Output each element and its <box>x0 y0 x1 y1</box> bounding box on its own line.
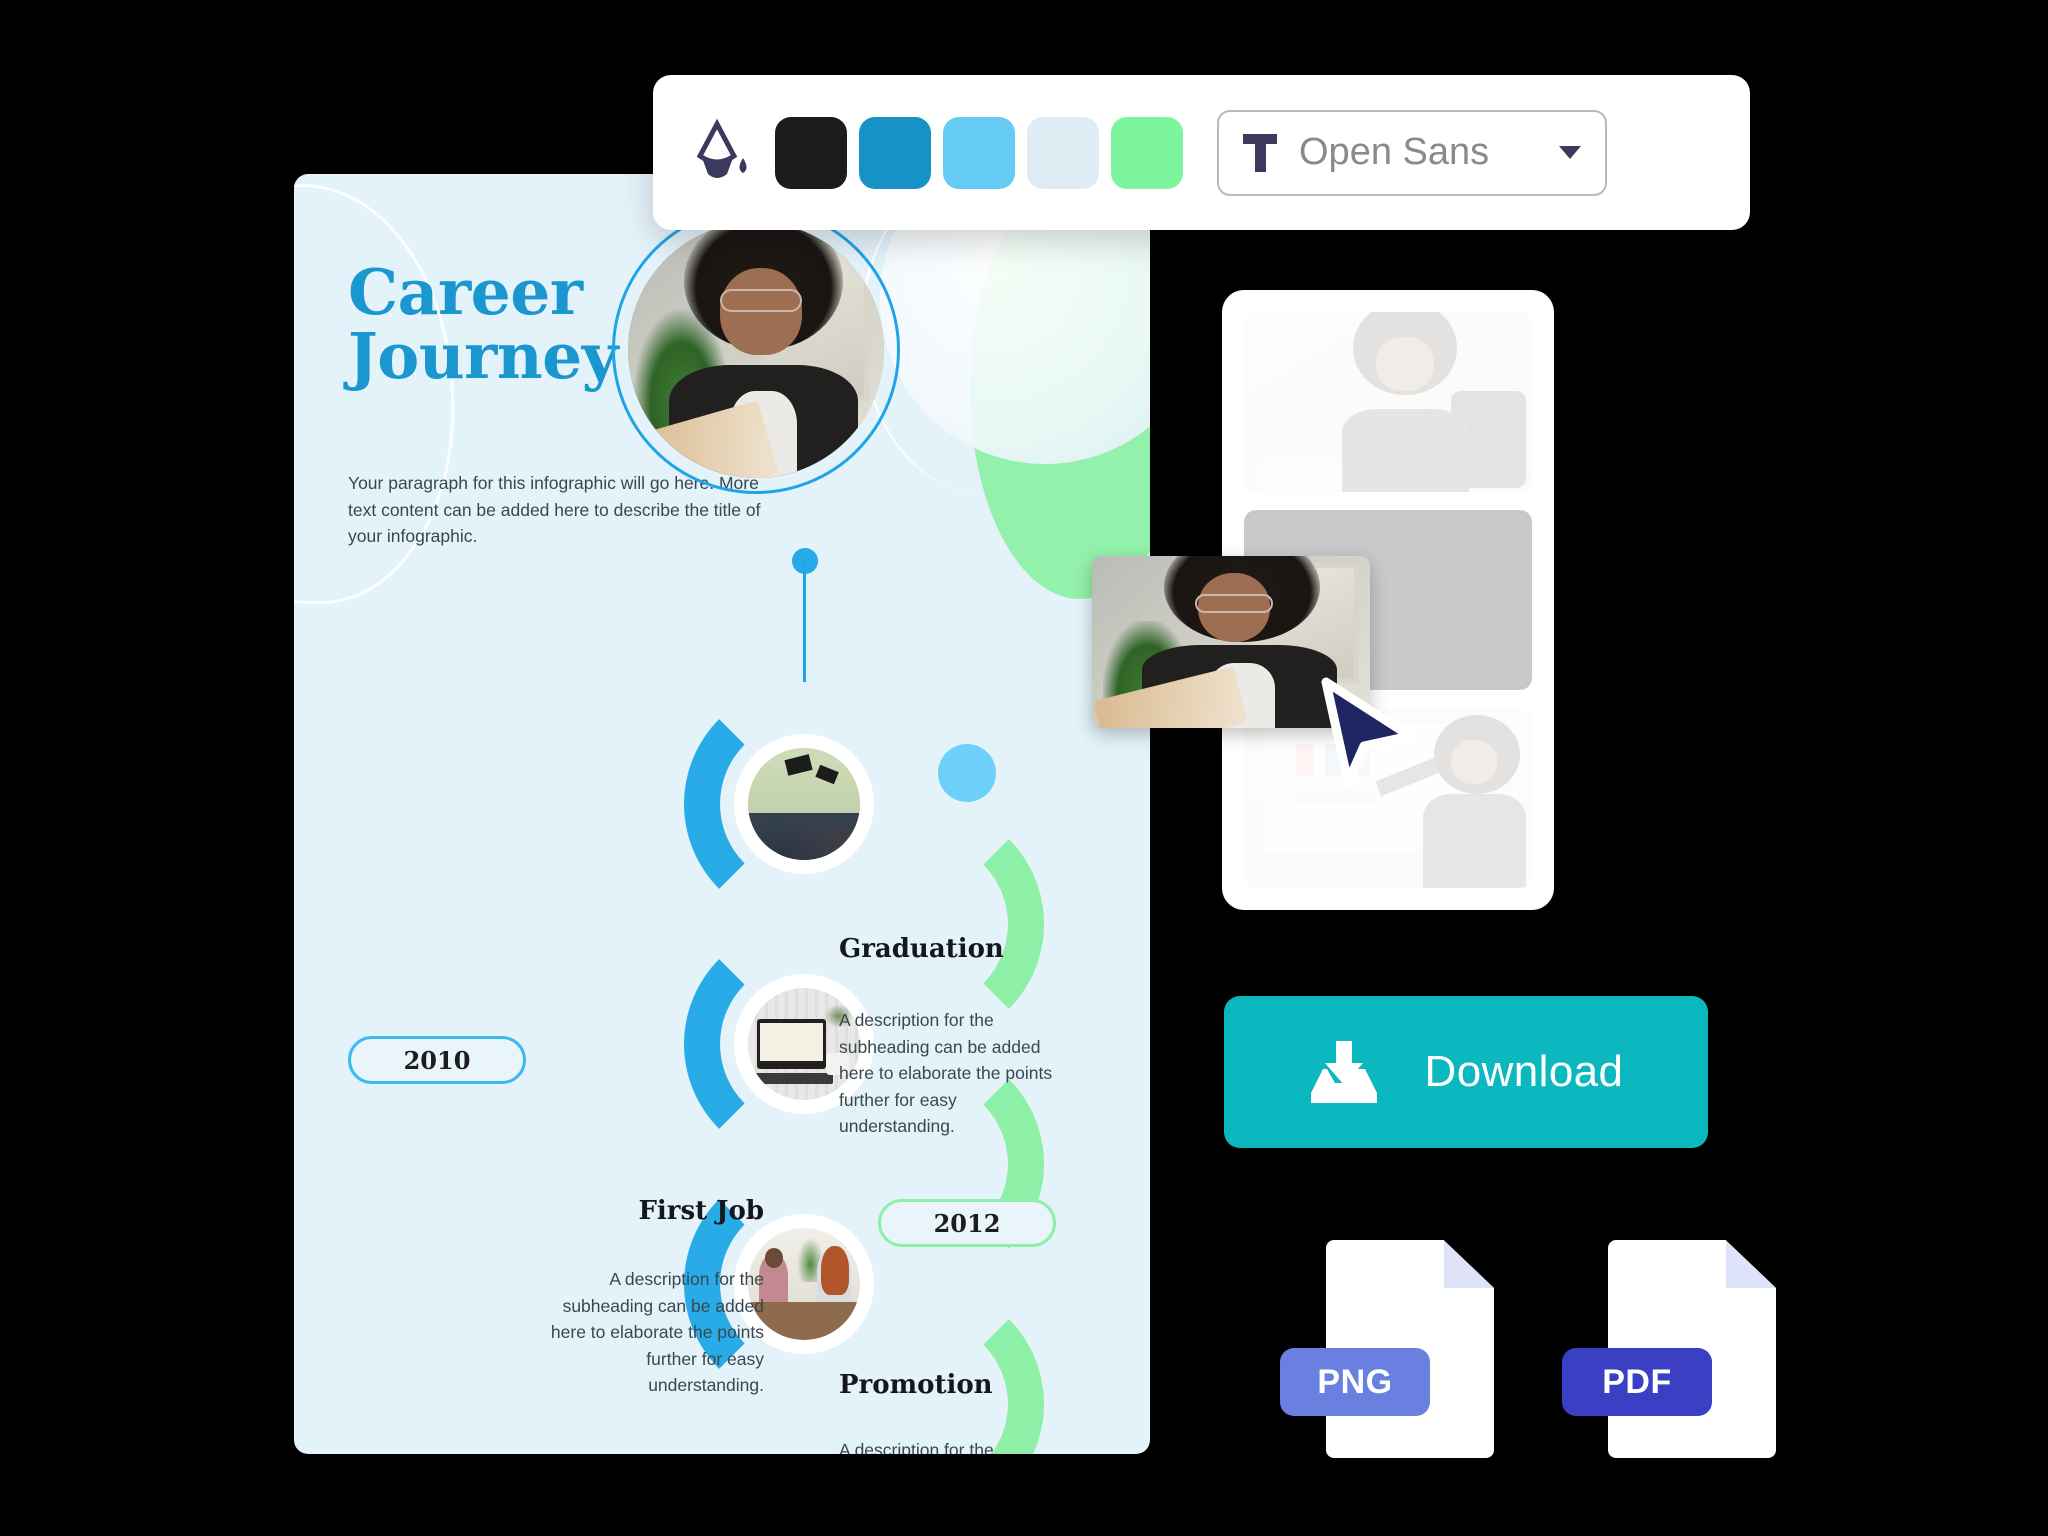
chevron-down-icon[interactable] <box>1559 146 1581 159</box>
infographic-canvas[interactable]: Career Journey Your paragraph for this i… <box>294 174 1150 1454</box>
font-selector[interactable]: Open Sans <box>1217 109 1607 196</box>
file-format-label-png: PNG <box>1280 1348 1430 1416</box>
timeline-stem <box>803 564 806 682</box>
year-badge-2012[interactable]: 2012 <box>878 1199 1056 1247</box>
file-fold-corner <box>1725 1240 1776 1288</box>
screen: Career Journey Your paragraph for this i… <box>0 0 2048 1536</box>
swatch-pale-blue[interactable] <box>1027 116 1099 189</box>
file-fold-corner <box>1443 1240 1494 1288</box>
section-body-graduation[interactable]: A description for the subheading can be … <box>839 1007 1071 1140</box>
section-heading-first-job[interactable]: First Job <box>474 1196 764 1226</box>
thumbnail-office-photo[interactable] <box>1244 312 1532 492</box>
download-label: Download <box>1424 1047 1624 1096</box>
editor-toolbar: Open Sans <box>653 75 1750 230</box>
section-body-first-job[interactable]: A description for the subheading can be … <box>532 1266 764 1399</box>
swatch-blue[interactable] <box>859 116 931 189</box>
cursor-arrow-icon <box>1318 676 1416 788</box>
download-tray-icon <box>1309 1041 1379 1103</box>
download-button[interactable]: Download <box>1224 996 1708 1148</box>
section-body-promotion[interactable]: A description for the subheading can be … <box>839 1437 1071 1454</box>
file-pdf[interactable]: PDF <box>1562 1240 1776 1458</box>
file-format-label-pdf: PDF <box>1562 1348 1712 1416</box>
swatch-black[interactable] <box>775 116 847 189</box>
color-swatch-list <box>775 116 1183 189</box>
hero-photo[interactable] <box>628 222 884 478</box>
year-badge-2010[interactable]: 2010 <box>348 1036 526 1084</box>
timeline-node-1[interactable] <box>734 734 874 874</box>
title-line-2: Journey <box>348 319 618 394</box>
font-name-label: Open Sans <box>1299 131 1490 173</box>
file-png[interactable]: PNG <box>1280 1240 1494 1458</box>
swatch-green[interactable] <box>1111 116 1183 189</box>
title-line-1: Career <box>348 255 583 329</box>
section-heading-promotion[interactable]: Promotion <box>839 1370 993 1400</box>
section-heading-graduation[interactable]: Graduation <box>839 934 1004 964</box>
paint-bucket-icon[interactable] <box>687 118 753 188</box>
text-T-icon <box>1243 133 1277 172</box>
swatch-light-blue[interactable] <box>943 116 1015 189</box>
